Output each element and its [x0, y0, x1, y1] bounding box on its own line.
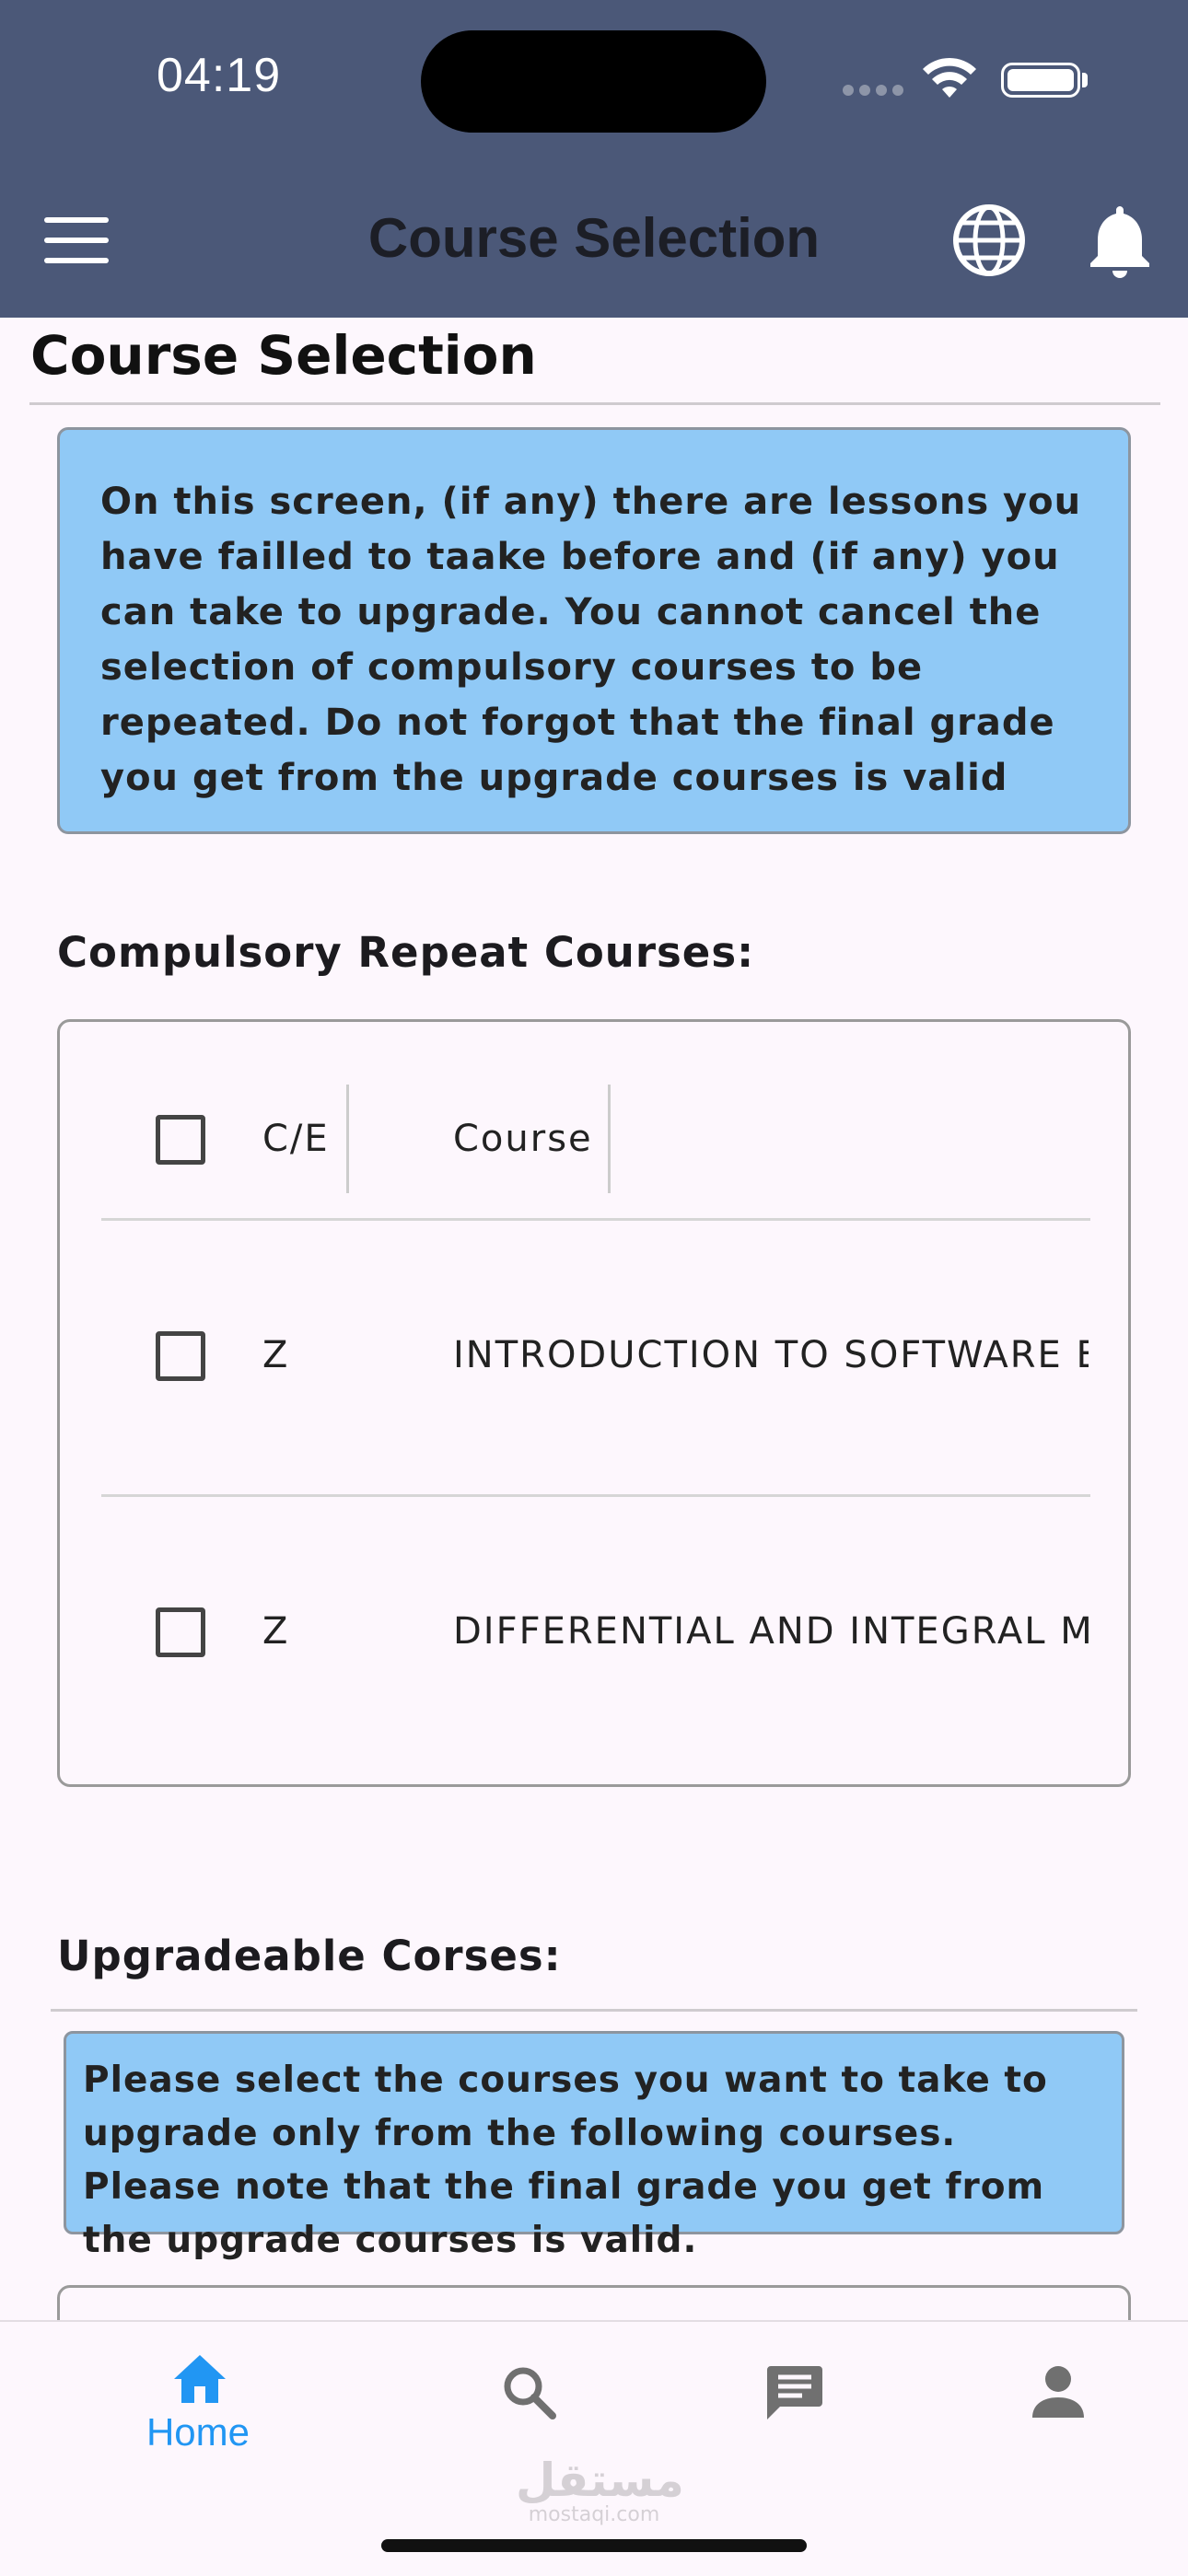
nav-search[interactable]	[453, 2322, 600, 2469]
home-icon	[174, 2355, 226, 2403]
watermark-arabic: مستقل	[516, 2454, 684, 2507]
nav-profile[interactable]	[983, 2322, 1130, 2469]
battery-icon	[1001, 63, 1080, 98]
nav-home[interactable]: Home	[124, 2322, 272, 2469]
home-indicator[interactable]	[381, 2539, 807, 2552]
search-icon	[504, 2367, 556, 2419]
bell-icon[interactable]	[1087, 203, 1153, 278]
upgradeable-divider	[51, 2009, 1137, 2012]
row-2-course-clip: DIFFERENTIAL AND INTEGRAL MATHEMATICS	[453, 1605, 1089, 1656]
battery-nub	[1082, 73, 1088, 87]
upgradeable-info-message: Please select the courses you want to ta…	[64, 2031, 1124, 2261]
page-title: Course Selection	[30, 324, 537, 387]
dynamic-island	[421, 30, 766, 133]
app-bar: Course Selection	[0, 166, 1188, 318]
row-2-checkbox[interactable]	[156, 1607, 205, 1657]
compulsory-courses-table: C/E Course Z INTRODUCTION TO SOFTWARE EN…	[57, 1019, 1131, 1787]
watermark-logo: مستقل mostaqi.com	[516, 2454, 684, 2526]
column-header-course[interactable]: Course	[453, 1118, 593, 1160]
row-1-ce: Z	[262, 1334, 290, 1376]
select-all-checkbox[interactable]	[156, 1115, 205, 1165]
watermark-latin: mostaqi.com	[528, 2503, 660, 2526]
upgradeable-section-title: Upgradeable Corses:	[57, 1932, 562, 1980]
compulsory-section-title: Compulsory Repeat Courses:	[57, 928, 755, 977]
bottom-navigation: Home	[0, 2320, 1188, 2576]
status-bar: 04:19	[0, 0, 1188, 166]
row-1-course-clip: INTRODUCTION TO SOFTWARE ENGINEERING	[453, 1329, 1089, 1380]
wifi-icon	[923, 57, 976, 98]
row-1-course: INTRODUCTION TO SOFTWARE ENGINEERING	[453, 1334, 1089, 1376]
row-divider	[101, 1494, 1090, 1497]
person-icon	[1032, 2366, 1084, 2418]
chat-icon	[767, 2366, 822, 2419]
nav-messages[interactable]	[719, 2322, 867, 2469]
status-time: 04:19	[157, 49, 282, 102]
column-separator	[608, 1085, 611, 1193]
globe-icon[interactable]	[951, 203, 1027, 278]
row-2-ce: Z	[262, 1610, 290, 1653]
info-message: On this screen, (if any) there are lesso…	[57, 427, 1131, 834]
row-2-course: DIFFERENTIAL AND INTEGRAL MATHEMATICS	[453, 1610, 1089, 1653]
cellular-signal-icon	[843, 85, 903, 96]
heading-divider	[29, 402, 1160, 405]
column-header-ce[interactable]: C/E	[262, 1118, 330, 1160]
row-1-checkbox[interactable]	[156, 1331, 205, 1381]
column-separator	[346, 1085, 349, 1193]
nav-home-label: Home	[146, 2410, 250, 2454]
header-divider	[101, 1218, 1090, 1221]
